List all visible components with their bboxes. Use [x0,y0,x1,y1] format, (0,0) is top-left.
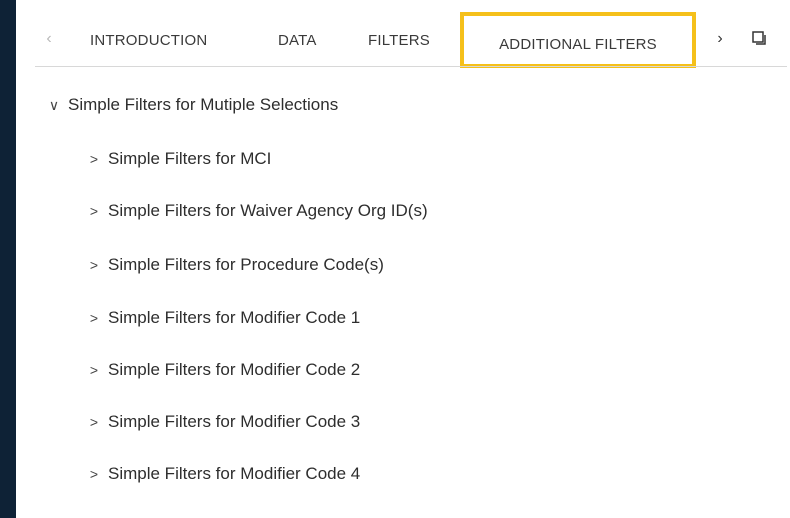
tab-introduction[interactable]: INTRODUCTION [90,0,207,66]
tab-bar: ‹ INTRODUCTION DATA FILTERS ADDITIONAL F… [16,0,790,68]
chevron-down-icon: ∨ [48,97,60,113]
tab-data[interactable]: DATA [278,0,317,66]
tab-additional-filters[interactable]: ADDITIONAL FILTERS [460,12,696,68]
tree-item-label: Simple Filters for Modifier Code 1 [108,308,361,327]
left-dark-strip [0,0,16,518]
chevron-right-icon: > [89,362,99,378]
tree-root-label: Simple Filters for Mutiple Selections [68,95,339,114]
chevron-right-icon: > [89,310,99,326]
tree-item-label: Simple Filters for Modifier Code 4 [108,464,361,483]
chevron-right-icon: > [89,151,99,167]
tree-item-modifier-code-4[interactable]: > Simple Filters for Modifier Code 4 [86,461,360,487]
tree-item-label: Simple Filters for Modifier Code 2 [108,360,361,379]
window-icon[interactable] [752,31,766,45]
chevron-left-icon[interactable]: ‹ [42,28,56,50]
tree-item-procedure-code[interactable]: > Simple Filters for Procedure Code(s) [86,252,384,278]
chevron-right-icon: > [89,466,99,482]
tree-item-waiver-agency[interactable]: > Simple Filters for Waiver Agency Org ID… [86,198,428,224]
chevron-right-icon: > [89,257,99,273]
tree-item-modifier-code-1[interactable]: > Simple Filters for Modifier Code 1 [86,305,360,331]
tree-item-label: Simple Filters for Procedure Code(s) [108,255,384,274]
tree-item-label: Simple Filters for MCI [108,149,272,168]
tab-bar-divider [35,66,787,67]
tree-item-modifier-code-3[interactable]: > Simple Filters for Modifier Code 3 [86,409,360,435]
tree-item-mci[interactable]: > Simple Filters for MCI [86,146,272,172]
tree-root-simple-filters-multiple[interactable]: ∨ Simple Filters for Mutiple Selections [46,92,338,118]
tree-item-label: Simple Filters for Modifier Code 3 [108,412,361,431]
chevron-right-icon: > [89,414,99,430]
filter-panel: ‹ INTRODUCTION DATA FILTERS ADDITIONAL F… [16,0,790,518]
tab-filters[interactable]: FILTERS [368,0,430,66]
chevron-right-icon[interactable]: › [713,28,727,50]
tree-item-modifier-code-2[interactable]: > Simple Filters for Modifier Code 2 [86,357,360,383]
chevron-right-icon: > [89,203,99,219]
tree-item-label: Simple Filters for Waiver Agency Org ID(… [108,201,428,220]
